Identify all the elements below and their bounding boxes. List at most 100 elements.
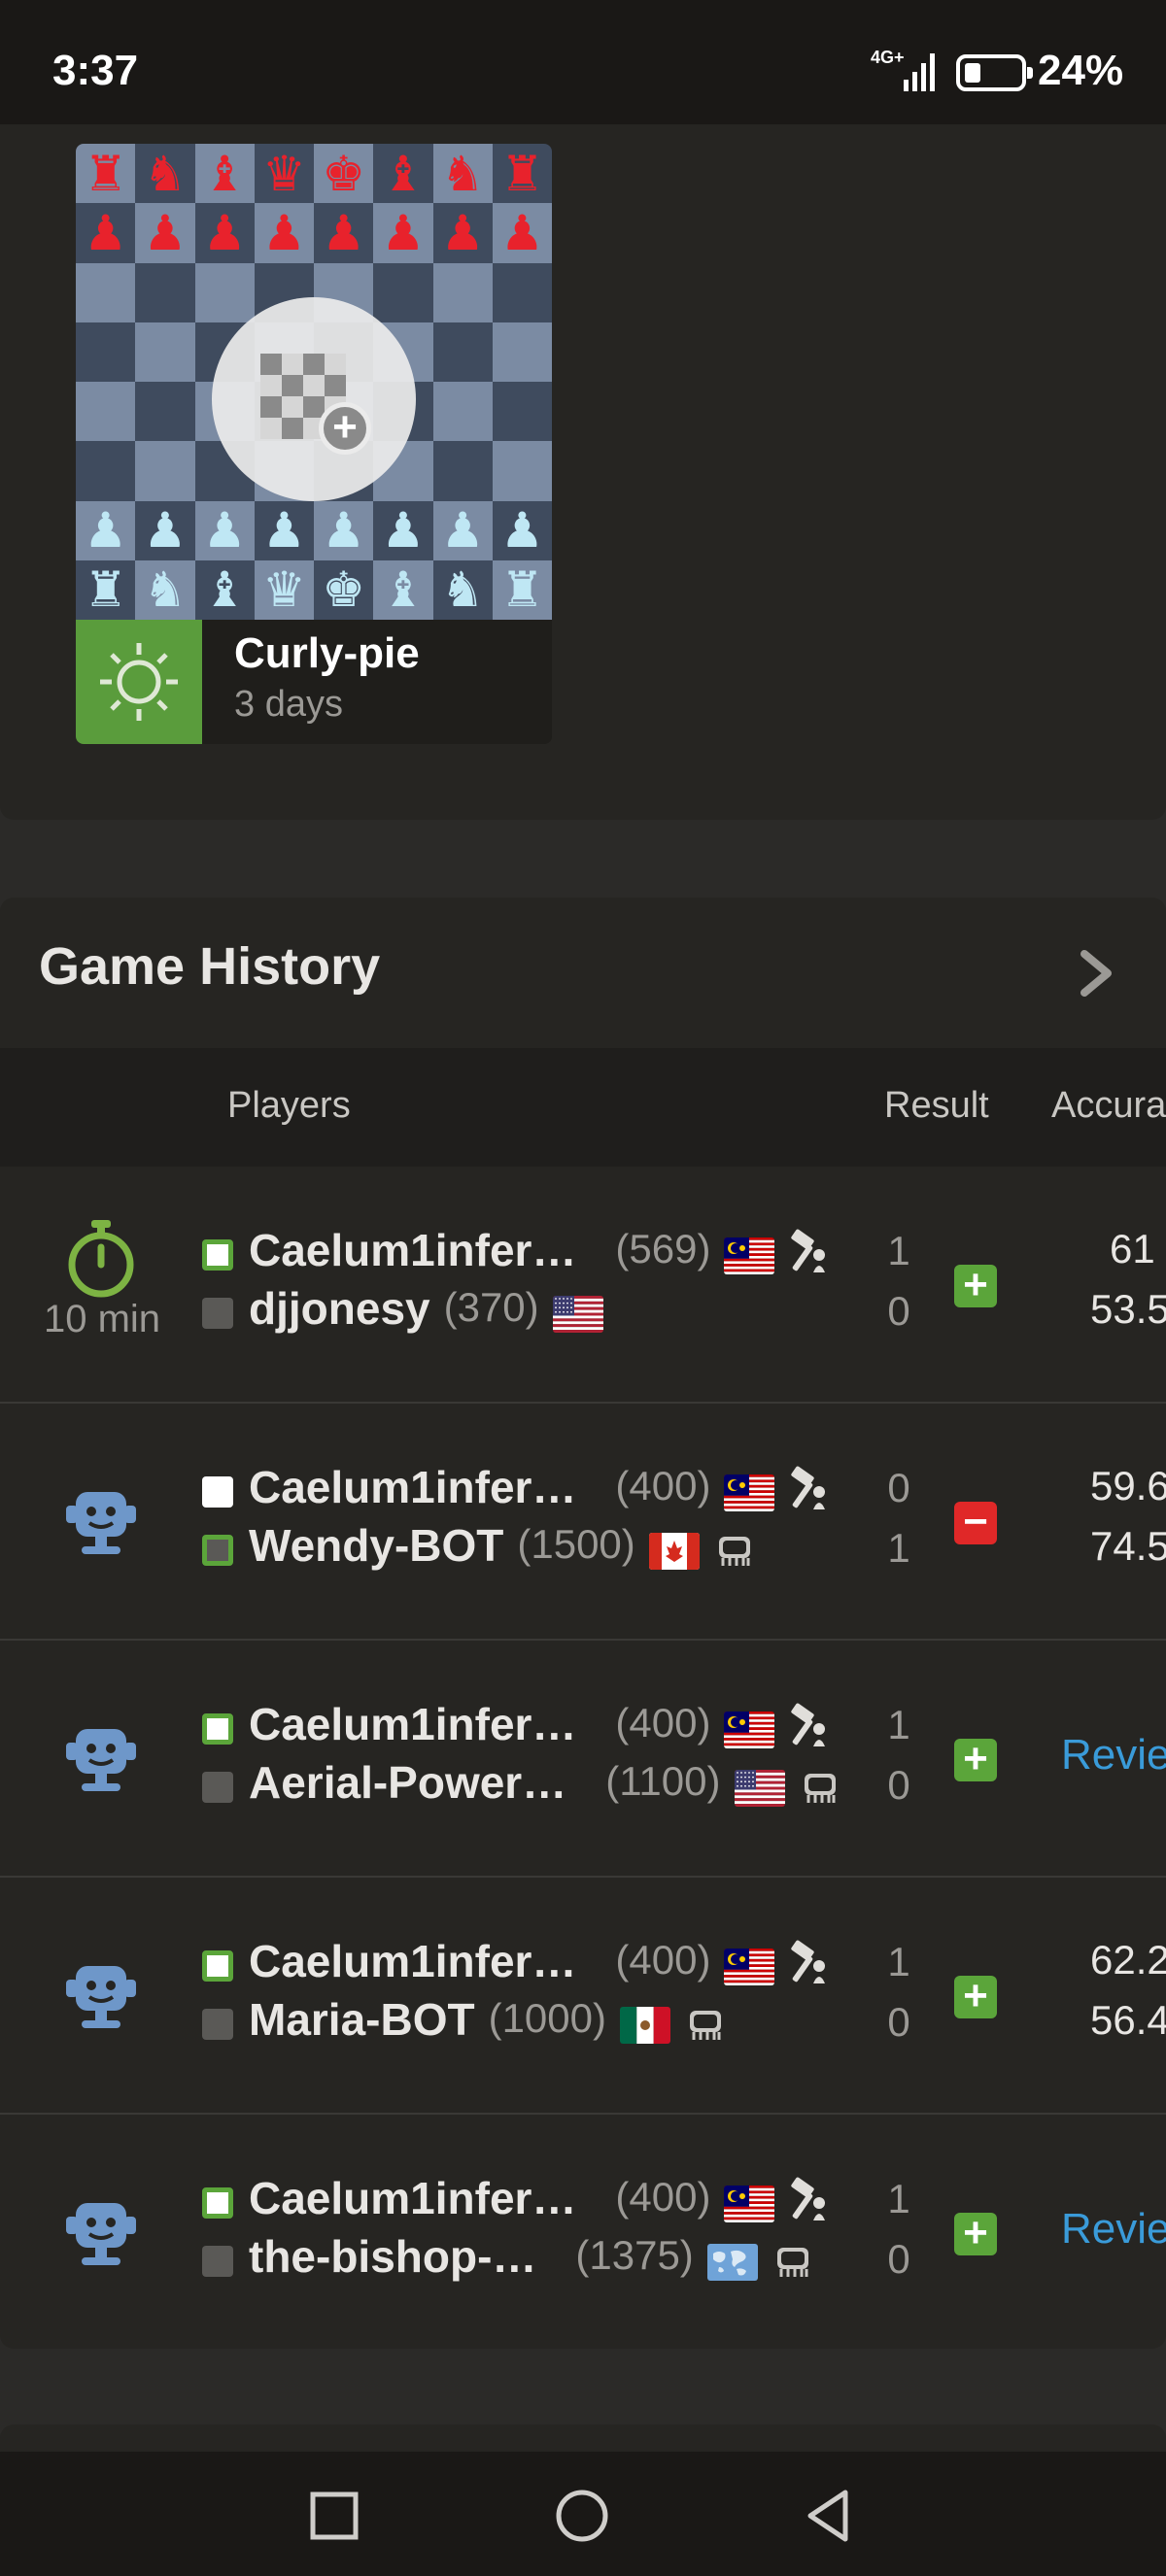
white-player[interactable]: Caelum1infer… (400) [202, 1935, 882, 1993]
chess-piece-icon: ♝ [202, 145, 247, 202]
chess-piece-icon: ♞ [143, 561, 188, 619]
board-square [135, 262, 195, 322]
board-square: ♟ [373, 500, 433, 560]
accuracy-column-label: Accura [1051, 1085, 1166, 1126]
chess-piece-icon: ♜ [84, 561, 128, 619]
board-square: ♜ [76, 144, 136, 204]
game-history-row[interactable]: Caelum1infer… (400) the-bishop-… (1375) 1 0 + R… [0, 2116, 1166, 2349]
white-player[interactable]: Caelum1infer… (400) [202, 2172, 882, 2230]
robot-icon [58, 1952, 144, 2038]
board-square [373, 262, 433, 322]
black-piece-color-indicator [202, 1535, 233, 1566]
chess-piece-icon: ♟ [381, 204, 426, 261]
game-history-row[interactable]: Caelum1infer… (400) Maria-BOT (1000) 1 0 +62.2… [0, 1879, 1166, 2115]
chess-piece-icon: ♟ [261, 204, 306, 261]
time-remaining: 3 days [234, 684, 343, 725]
chess-piece-icon: ♟ [202, 502, 247, 559]
board-square: ♝ [194, 559, 255, 620]
board-square [432, 382, 493, 442]
player-rating: (1000) [488, 1995, 606, 2041]
pawn-hammer-icon [784, 2176, 835, 2226]
board-square [492, 262, 552, 322]
black-piece-color-indicator [202, 1298, 233, 1329]
board-square: ♟ [492, 500, 552, 560]
board-square [432, 262, 493, 322]
next-card-edge [0, 2424, 1166, 2454]
chess-piece-icon: ♟ [84, 204, 128, 261]
triangle-back-icon[interactable] [801, 2487, 859, 2545]
country-flag-icon [619, 2007, 670, 2044]
review-link[interactable]: Revie [1061, 2205, 1166, 2254]
daily-game-info: Curly-pie 3 days [76, 620, 552, 744]
game-history-header[interactable]: Game History [0, 898, 1166, 1048]
white-player[interactable]: Caelum1infer… (569) [202, 1224, 882, 1282]
player-name: Caelum1infer… [249, 1462, 577, 1512]
review-link[interactable]: Revie [1061, 1731, 1166, 1779]
country-flag-icon [724, 1712, 775, 1748]
chevron-right-icon[interactable] [1073, 946, 1119, 1000]
white-accuracy: 61 [1110, 1226, 1155, 1271]
chess-piece-icon: ♟ [322, 502, 366, 559]
game-history-row[interactable]: Caelum1infer… (400) Aerial-Power… (1100) 1 0 +… [0, 1642, 1166, 1878]
signal-icon [904, 53, 935, 91]
white-piece-color-indicator [202, 1239, 233, 1271]
black-score: 0 [887, 1999, 910, 2045]
status-time: 3:37 [52, 47, 139, 94]
chess-piece-icon: ♝ [381, 561, 426, 619]
player-rating: (400) [615, 1463, 711, 1508]
chess-piece-icon: ♟ [202, 204, 247, 261]
black-accuracy: 56.4 [1090, 1997, 1166, 2043]
country-flag-icon [648, 1533, 700, 1570]
board-square: ♟ [254, 500, 314, 560]
white-accuracy: 59.6 [1090, 1463, 1166, 1508]
chess-piece-icon: ♟ [499, 502, 544, 559]
chess-piece-icon: ♟ [322, 204, 366, 261]
board-square: ♚ [314, 559, 374, 620]
game-history-row[interactable]: Caelum1infer… (400) Wendy-BOT (1500) 0 1 − 59.6… [0, 1405, 1166, 1641]
white-player[interactable]: Caelum1infer… (400) [202, 1698, 882, 1756]
black-player[interactable]: Wendy-BOT (1500) [202, 1519, 882, 1577]
stopwatch-icon [58, 1216, 144, 1302]
player-name: Caelum1infer… [249, 1225, 577, 1275]
game-history-row[interactable]: 10 min Caelum1infer… (569) djjonesy (370) 1 0 +… [0, 1168, 1166, 1404]
board-square: ♟ [194, 203, 255, 263]
board-square [76, 262, 136, 322]
chess-piece-icon: ♜ [499, 561, 544, 619]
board-square: ♟ [76, 203, 136, 263]
white-piece-color-indicator [202, 1713, 233, 1745]
battery-icon [956, 54, 1033, 91]
daily-game-tile[interactable]: ♜ ♞ ♝ ♛ ♚ ♝ ♞ ♜ ♟ ♟ ♟ ♟ ♟ ♟ ♟ ♟ ♟ ♟ ♟ ♟ ♟ ♟ ♟ ♟ ♜ ♞ ♝ ♛ ♚ ♝ ♞ ♜ + [76, 144, 552, 744]
board-square: ♟ [314, 500, 374, 560]
game-history-card: Game History Players Result Accura 10 mi… [0, 898, 1166, 2349]
board-square: ♟ [254, 203, 314, 263]
board-square: ♟ [135, 500, 195, 560]
chip-icon [795, 1760, 845, 1811]
board-square: ♛ [254, 559, 314, 620]
black-player[interactable]: djjonesy (370) [202, 1282, 882, 1340]
country-flag-icon [734, 1770, 785, 1807]
time-control-label: 10 min [43, 1298, 161, 1340]
board-square: ♝ [373, 559, 433, 620]
history-column-header: Players Result Accura [0, 1048, 1166, 1167]
black-player[interactable]: the-bishop-… (1375) [202, 2230, 882, 2288]
chess-piece-icon: ♛ [261, 561, 306, 619]
black-player[interactable]: Maria-BOT (1000) [202, 1993, 882, 2051]
chess-piece-icon: ♝ [202, 561, 247, 619]
white-piece-color-indicator [202, 2187, 233, 2219]
new-game-board-plus-icon[interactable]: + [212, 297, 416, 501]
circle-icon[interactable] [553, 2487, 611, 2545]
network-type-label: 4G+ [871, 48, 905, 67]
board-square: ♟ [76, 500, 136, 560]
white-player[interactable]: Caelum1infer… (400) [202, 1461, 882, 1519]
black-player[interactable]: Aerial-Power… (1100) [202, 1756, 882, 1814]
player-rating: (400) [615, 1937, 711, 1983]
country-flag-icon [552, 1296, 603, 1333]
sun-icon [76, 620, 202, 744]
player-rating: (400) [615, 2174, 711, 2220]
board-square [492, 322, 552, 382]
board-square: ♟ [194, 500, 255, 560]
board-square: ♞ [432, 144, 493, 204]
players-column-label: Players [227, 1085, 351, 1126]
square-icon[interactable] [305, 2487, 363, 2545]
white-piece-color-indicator [202, 1476, 233, 1508]
